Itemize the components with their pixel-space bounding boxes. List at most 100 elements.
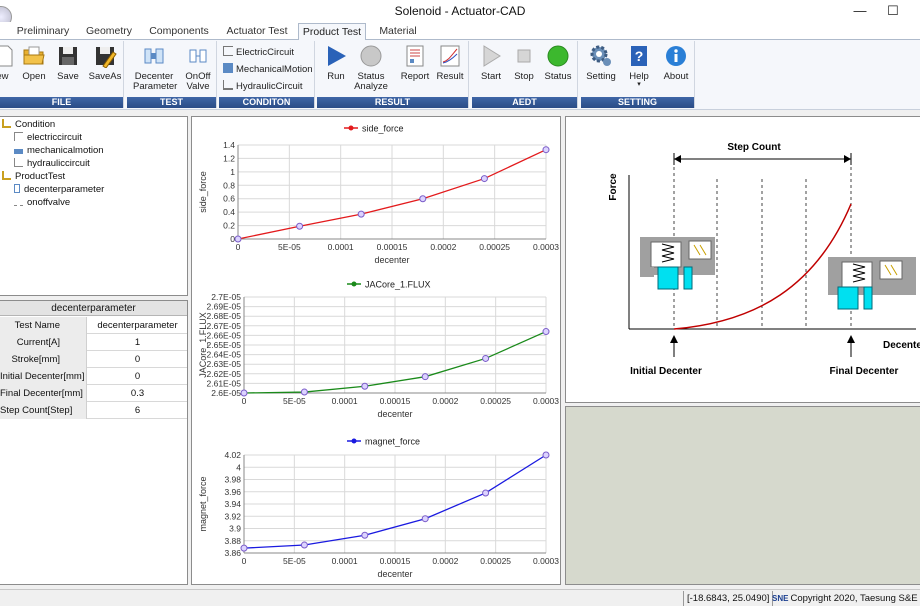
save-as-icon: [96, 47, 117, 68]
x-tick-label: 5E-05: [283, 396, 306, 406]
property-row[interactable]: Test Name decenterparameter: [0, 317, 187, 334]
y-tick-label: 2.69E-05: [207, 302, 242, 312]
tree-item-hydrauliccircuit[interactable]: hydrauliccircuit: [14, 158, 90, 169]
y-tick-label: 1.2: [223, 153, 235, 163]
property-value[interactable]: 6: [88, 402, 187, 419]
minimize-button[interactable]: —: [843, 0, 877, 22]
electric-circuit-button[interactable]: ElectricCircuit: [223, 46, 294, 60]
tab-material[interactable]: Material: [372, 23, 424, 40]
y-tick-label: 3.9: [229, 524, 241, 534]
charts-svg: side_force 0 0.2 0.4 0.6 0.8 1 1.2 1.4 0 5E-05 0.00…: [198, 124, 559, 580]
circuit-icon: [223, 46, 233, 56]
file-group-label: FILE: [0, 97, 123, 108]
onoff-valve-button[interactable]: OnOff Valve: [181, 44, 215, 92]
y-tick-label: 2.62E-05: [207, 369, 242, 379]
tab-preliminary[interactable]: Preliminary: [6, 23, 80, 40]
x-tick-label: 0.00015: [377, 242, 408, 252]
hydraulic-circuit-label: HydraulicCircuit: [236, 81, 303, 92]
company-logo: SNE: [772, 594, 789, 603]
property-value[interactable]: 0: [88, 368, 187, 385]
tree-item-electriccircuit[interactable]: electriccircuit: [14, 132, 82, 143]
property-row[interactable]: Initial Decenter[mm] 0: [0, 368, 187, 385]
test-group-label: TEST: [127, 97, 216, 108]
report-icon: [406, 45, 424, 67]
diagram-svg: Step Count Force Decenter: [608, 142, 920, 377]
result-button[interactable]: Result: [435, 44, 465, 82]
property-value[interactable]: 0.3: [88, 385, 187, 402]
x-tick-label: 0: [242, 556, 247, 566]
stop-square-icon: [517, 49, 531, 63]
solenoid-initial-icon: [640, 237, 715, 290]
property-key: Step Count[Step]: [0, 402, 87, 419]
tab-components[interactable]: Components: [144, 23, 214, 40]
property-row[interactable]: Stroke[mm] 0: [0, 351, 187, 368]
saveas-button[interactable]: SaveAs: [88, 44, 122, 82]
y-tick-label: 0.8: [223, 180, 235, 190]
status-analyze-label: Status Analyze: [354, 71, 388, 92]
property-row[interactable]: Final Decenter[mm] 0.3: [0, 385, 187, 402]
legend-swatch-marker: [351, 438, 357, 444]
data-point: [542, 451, 550, 459]
data-point: [480, 175, 488, 183]
aedt-start-button[interactable]: Start: [476, 44, 506, 82]
aedt-group-label: AEDT: [472, 97, 577, 108]
svg-text:?: ?: [635, 48, 644, 64]
about-button[interactable]: About: [659, 44, 693, 82]
y-tick-label: 3.88: [224, 536, 241, 546]
decenter-parameter-button[interactable]: Decenter Parameter: [133, 44, 178, 92]
open-folder-icon: [23, 46, 45, 65]
data-point: [361, 531, 369, 539]
electric-circuit-label: ElectricCircuit: [236, 47, 295, 58]
x-axis-label: decenter: [374, 255, 409, 265]
tab-actuator-test[interactable]: Actuator Test: [220, 23, 294, 40]
help-button[interactable]: ? Help ▾: [624, 44, 654, 88]
mechanical-motion-button[interactable]: MechanicalMotion: [223, 63, 313, 77]
x-tick-label: 0.00015: [380, 396, 411, 406]
x-tick-label: 0: [236, 242, 241, 252]
hydraulic-circuit-button[interactable]: HydraulicCircuit: [223, 80, 303, 94]
property-value[interactable]: 0: [88, 351, 187, 368]
property-value[interactable]: 1: [88, 334, 187, 351]
tree-item-condition[interactable]: Condition: [2, 119, 55, 130]
aedt-stop-button[interactable]: Stop: [510, 44, 538, 82]
x-tick-label: 0.0001: [332, 556, 358, 566]
tree-item-onoffvalve[interactable]: onoffvalve: [14, 197, 70, 208]
data-point: [296, 222, 304, 230]
status-analyze-button[interactable]: Status Analyze: [353, 44, 389, 92]
x-tick-label: 0.0002: [432, 396, 458, 406]
property-grid-title: decenterparameter: [0, 301, 187, 316]
report-button[interactable]: Report: [399, 44, 431, 82]
decenter-parameter-label: Decenter Parameter: [133, 71, 178, 92]
property-key: Test Name: [0, 317, 87, 334]
decenter-axis-label: Decenter: [883, 340, 920, 351]
hydraulic-icon: [223, 80, 233, 90]
arrow-right-icon: [844, 155, 851, 163]
setting-button[interactable]: Setting: [584, 44, 618, 82]
tree-item-mechanicalmotion[interactable]: mechanicalmotion: [14, 145, 104, 156]
aedt-status-button[interactable]: Status: [542, 44, 574, 82]
data-point: [482, 354, 490, 362]
cursor-coordinates: [-18.6843, 25.0490]: [683, 591, 774, 606]
step-count-label: Step Count: [727, 142, 781, 153]
new-button[interactable]: New: [0, 44, 18, 82]
tree-item-producttest[interactable]: ProductTest: [2, 171, 65, 182]
tab-product-test[interactable]: Product Test: [298, 23, 366, 41]
y-tick-label: 2.67E-05: [207, 321, 242, 331]
open-button[interactable]: Open: [20, 44, 48, 82]
tab-geometry[interactable]: Geometry: [80, 23, 138, 40]
x-tick-label: 0.0001: [328, 242, 354, 252]
maximize-button[interactable]: ☐: [876, 0, 910, 22]
run-button[interactable]: Run: [321, 44, 351, 82]
open-label: Open: [22, 71, 46, 82]
y-tick-label: 0.6: [223, 194, 235, 204]
property-row[interactable]: Current[A] 1: [0, 334, 187, 351]
property-row[interactable]: Step Count[Step] 6: [0, 402, 187, 419]
property-value[interactable]: decenterparameter: [88, 317, 187, 334]
x-tick-label: 0.00025: [480, 396, 511, 406]
status-circle-icon: [360, 45, 382, 67]
data-point: [240, 544, 248, 552]
decenter-diagram: Step Count Force Decenter: [565, 116, 920, 403]
tree-item-decenterparameter[interactable]: decenterparameter: [14, 184, 104, 195]
data-point: [357, 210, 365, 218]
save-button[interactable]: Save: [54, 44, 82, 82]
